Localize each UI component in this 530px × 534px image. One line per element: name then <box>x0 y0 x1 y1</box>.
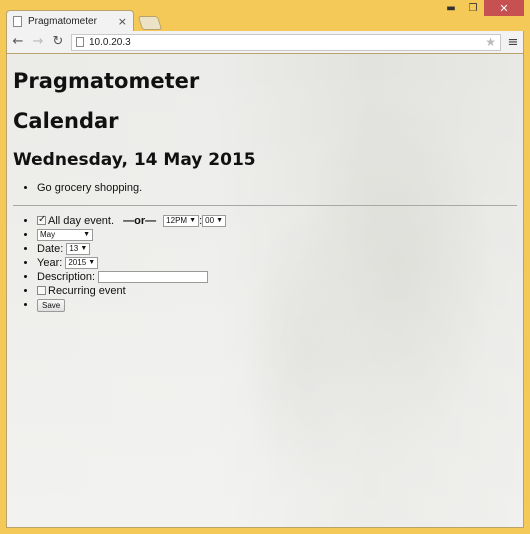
date-select[interactable]: 13 ▼ <box>66 243 91 256</box>
section-title: Calendar <box>13 109 119 133</box>
browser-tab[interactable]: Pragmatometer × <box>6 10 134 32</box>
divider <box>13 205 517 206</box>
browser-toolbar: ← → ↻ 10.0.20.3 ★ ≡ <box>6 31 524 53</box>
back-icon[interactable]: ← <box>11 35 25 49</box>
event-list: Go grocery shopping. <box>13 181 517 195</box>
hour-value: 12PM <box>166 216 188 226</box>
month-row: May ▼ <box>37 228 517 242</box>
chevron-down-icon: ▼ <box>80 245 88 253</box>
month-select[interactable]: May ▼ <box>37 229 93 242</box>
year-value: 2015 <box>68 258 87 268</box>
page-icon <box>13 16 22 27</box>
list-item: Go grocery shopping. <box>37 181 517 195</box>
chevron-down-icon: ▼ <box>189 217 197 225</box>
menu-icon[interactable]: ≡ <box>507 35 519 50</box>
new-tab-button[interactable] <box>137 16 163 30</box>
recurring-label: Recurring event <box>48 285 126 297</box>
year-row: Year: 2015▼ <box>37 256 517 270</box>
save-row: Save <box>37 298 517 312</box>
minute-value: 00 <box>205 216 215 226</box>
date-heading: Wednesday, 14 May 2015 <box>13 150 256 170</box>
event-form: All day event. —or— 12PM▼:00▼ May ▼ Date:… <box>13 213 517 312</box>
bookmark-star-icon[interactable]: ★ <box>485 35 496 49</box>
save-button[interactable]: Save <box>37 298 66 312</box>
chevron-down-icon: ▼ <box>83 231 90 239</box>
date-label: Date: <box>37 243 64 255</box>
all-day-label: All day event. <box>48 215 115 227</box>
description-input[interactable] <box>98 271 209 284</box>
site-title: Pragmatometer <box>13 69 200 93</box>
tab-strip: Pragmatometer × <box>6 10 440 32</box>
forward-icon[interactable]: → <box>31 35 45 49</box>
url-text[interactable]: 10.0.20.3 <box>89 37 485 48</box>
date-row: Date: 13▼ <box>37 242 517 256</box>
tab-title: Pragmatometer <box>28 16 97 27</box>
address-bar[interactable]: 10.0.20.3 ★ <box>71 33 501 51</box>
year-label: Year: <box>37 257 63 269</box>
time-row: All day event. —or— 12PM▼:00▼ <box>37 213 517 228</box>
minimize-button[interactable]: ▬ <box>440 0 462 16</box>
minute-select[interactable]: 00 ▼ <box>202 215 227 228</box>
description-label: Description: <box>37 271 96 283</box>
recurring-row: Recurring event <box>37 284 517 298</box>
page-viewport: Pragmatometer Calendar Wednesday, 14 May… <box>6 53 524 528</box>
all-day-checkbox[interactable] <box>37 213 46 227</box>
or-label: —or— <box>123 215 157 227</box>
maximize-button[interactable]: ❐ <box>462 0 484 16</box>
recurring-checkbox[interactable] <box>37 286 46 295</box>
month-value: May <box>40 230 56 240</box>
hour-select[interactable]: 12PM ▼ <box>163 215 200 228</box>
description-row: Description: <box>37 270 517 284</box>
chevron-down-icon: ▼ <box>88 259 96 267</box>
year-select[interactable]: 2015 ▼ <box>65 257 99 270</box>
chevron-down-icon: ▼ <box>216 217 224 225</box>
window-controls: ▬ ❐ ✕ <box>440 0 524 18</box>
reload-icon[interactable]: ↻ <box>51 35 65 49</box>
page-icon <box>76 37 84 47</box>
tab-close-icon[interactable]: × <box>118 15 127 28</box>
date-value: 13 <box>69 244 79 254</box>
close-window-button[interactable]: ✕ <box>484 0 524 16</box>
